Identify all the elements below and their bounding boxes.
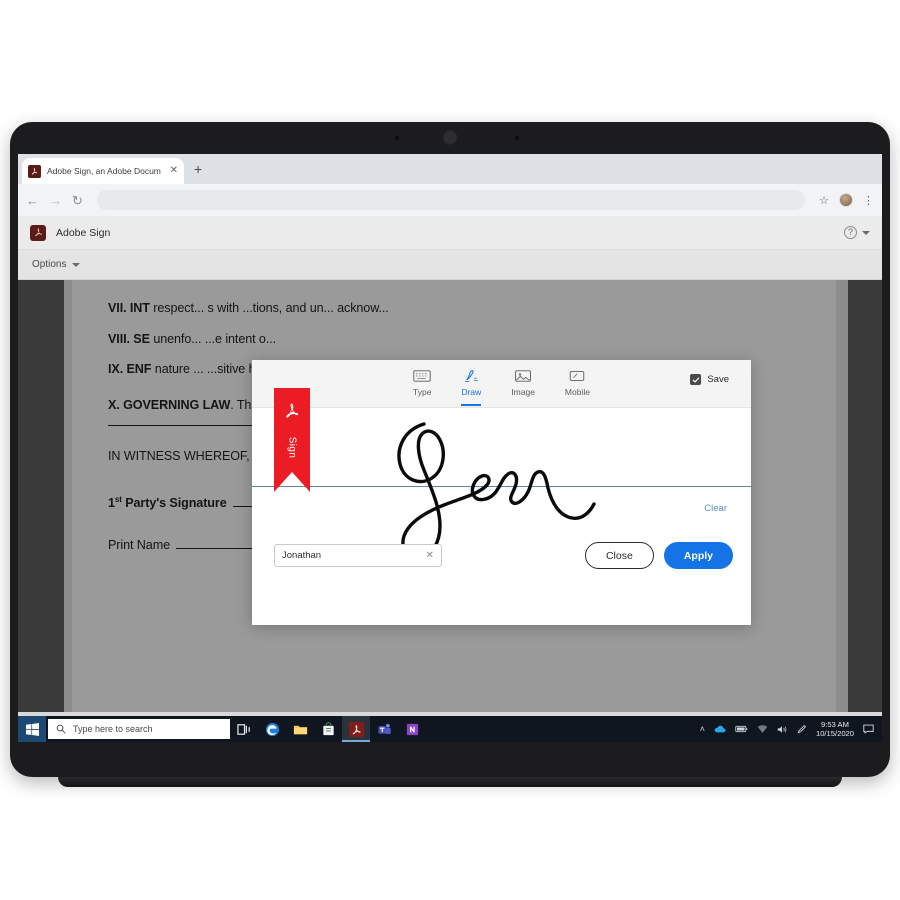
windows-taskbar: ˄ Type here to search — [18, 716, 882, 742]
edge-icon[interactable] — [258, 716, 286, 742]
app-header: Adobe Sign ? — [18, 216, 882, 250]
adobe-acrobat-icon — [286, 403, 299, 418]
doc-body: unenfo... ...e intent o... — [153, 331, 277, 346]
page-scroll-area[interactable]: VII. INT respect... s with ...tions, and… — [64, 280, 882, 712]
windows-icon — [25, 722, 39, 736]
dialog-actions: Close Apply — [584, 542, 733, 569]
search-input[interactable]: ˄ Type here to search — [48, 719, 230, 739]
device-bezel-top — [10, 122, 890, 154]
signature-name-input[interactable]: Jonathan ✕ — [274, 544, 442, 567]
chevron-up-icon[interactable]: ˄ — [700, 724, 705, 734]
browser-tab-title: Adobe Sign, an Adobe Docum — [47, 166, 161, 176]
options-bar: Options — [18, 250, 882, 280]
help-icon: ? — [844, 226, 857, 239]
address-bar[interactable] — [96, 190, 806, 210]
tab-type-label: Type — [413, 386, 432, 397]
adobe-acrobat-icon — [28, 164, 41, 178]
image-icon — [514, 369, 532, 384]
print-name-label: Print Name — [108, 537, 170, 552]
close-button[interactable]: Close — [584, 542, 654, 569]
adobe-sign-logo-icon — [30, 224, 46, 241]
viewer-right-gutter — [848, 280, 882, 712]
checkbox-checked-icon — [690, 374, 702, 385]
search-placeholder: Type here to search — [73, 724, 153, 734]
pen-icon[interactable] — [797, 724, 807, 734]
onenote-icon[interactable] — [398, 716, 426, 742]
app-title: Adobe Sign — [56, 226, 111, 239]
tab-image-label: Image — [511, 386, 535, 397]
sign-tag-label: Sign — [286, 436, 298, 459]
pen-draw-icon — [462, 369, 480, 384]
tab-mobile-label: Mobile — [564, 386, 590, 397]
party-signature-label: 1st Party's Signature — [108, 495, 227, 511]
keyboard-icon — [413, 369, 432, 384]
wifi-icon[interactable] — [757, 724, 768, 734]
clear-signature-link[interactable]: Clear — [704, 503, 727, 514]
browser-toolbar: ← → ↻ ☆ ⋮ — [18, 184, 882, 216]
browser-menu-icon[interactable]: ⋮ — [863, 194, 874, 207]
options-menu-label[interactable]: Options — [32, 259, 66, 270]
volume-icon[interactable] — [777, 725, 788, 734]
document-viewer: VII. INT respect... s with ...tions, and… — [18, 280, 882, 712]
device-kickstand — [58, 777, 842, 787]
doc-heading: VII. INT — [108, 301, 150, 315]
microsoft-store-icon[interactable] — [314, 716, 342, 742]
doc-paragraph: VII. INT respect... s with ...tions, and… — [108, 300, 800, 318]
close-icon[interactable]: ✕ — [170, 166, 178, 176]
forward-button[interactable]: → — [49, 194, 62, 207]
adobe-acrobat-icon[interactable] — [342, 716, 370, 742]
file-explorer-icon[interactable] — [286, 716, 314, 742]
doc-body: respect... s with ...tions, and un... ac… — [153, 301, 389, 315]
thumbnail-rail[interactable] — [18, 280, 64, 712]
ordinal-suffix: st — [114, 495, 122, 504]
clock-date: 10/15/2020 — [815, 729, 854, 738]
bookmark-star-icon[interactable]: ☆ — [819, 194, 829, 207]
new-tab-button[interactable]: + — [194, 162, 202, 176]
action-center-icon[interactable] — [863, 724, 874, 734]
tab-draw-label: Draw — [461, 386, 482, 397]
system-tray: ˄ 9:53 AM 10/15/2020 — [700, 720, 882, 738]
tab-type[interactable]: Type — [413, 369, 431, 399]
reload-button[interactable]: ↻ — [72, 194, 83, 207]
avatar[interactable] — [839, 193, 853, 207]
clear-input-icon[interactable]: ✕ — [426, 550, 434, 561]
battery-icon[interactable] — [735, 725, 748, 733]
help-button[interactable]: ? — [844, 226, 870, 239]
signature-dialog[interactable]: Type Draw Image Mobile Save Clear Jonath… — [252, 360, 751, 625]
front-camera-icon — [442, 130, 458, 145]
signature-draw-canvas[interactable]: Clear Jonathan ✕ Close Apply — [252, 408, 751, 625]
doc-heading: IX. ENF — [108, 362, 152, 376]
doc-heading: VIII. SE — [108, 331, 150, 346]
back-button[interactable]: ← — [26, 194, 39, 207]
microsoft-teams-icon[interactable] — [370, 716, 398, 742]
active-tab-underline — [461, 403, 482, 406]
browser-tab[interactable]: Adobe Sign, an Adobe Docum ✕ — [22, 158, 184, 184]
chevron-down-icon — [862, 230, 870, 235]
clock-time: 9:53 AM — [821, 720, 849, 729]
tab-mobile[interactable]: Mobile — [565, 369, 590, 399]
sensor-ir-icon — [515, 136, 519, 140]
onedrive-icon[interactable] — [714, 724, 726, 734]
save-label: Save — [707, 374, 729, 385]
signature-mode-tabs: Type Draw Image Mobile Save — [252, 360, 751, 408]
tablet-device: Adobe Sign, an Adobe Docum ✕ + ← → ↻ ☆ ⋮… — [10, 122, 890, 777]
tablet-screen: Adobe Sign, an Adobe Docum ✕ + ← → ↻ ☆ ⋮… — [18, 154, 882, 742]
governing-law-heading: X. GOVERNING LAW — [108, 397, 231, 412]
signature-name-value: Jonathan — [282, 550, 322, 561]
search-icon — [56, 724, 66, 734]
sensor-light-icon — [395, 136, 399, 140]
clock[interactable]: 9:53 AM 10/15/2020 — [816, 720, 854, 738]
save-signature-checkbox[interactable]: Save — [690, 374, 729, 385]
tab-image[interactable]: Image — [511, 369, 535, 399]
chevron-down-icon[interactable] — [72, 262, 81, 267]
tab-draw[interactable]: Draw — [461, 369, 482, 406]
browser-tabstrip: Adobe Sign, an Adobe Docum ✕ + — [18, 154, 882, 184]
mobile-icon — [568, 369, 586, 384]
apply-button[interactable]: Apply — [663, 542, 733, 569]
start-button[interactable] — [18, 716, 46, 742]
doc-paragraph: VIII. SE unenfo... ...e intent o... — [108, 331, 800, 349]
task-view-icon[interactable] — [230, 716, 258, 742]
sign-tag-point — [274, 472, 310, 492]
sign-here-tag[interactable]: Sign — [274, 388, 310, 492]
